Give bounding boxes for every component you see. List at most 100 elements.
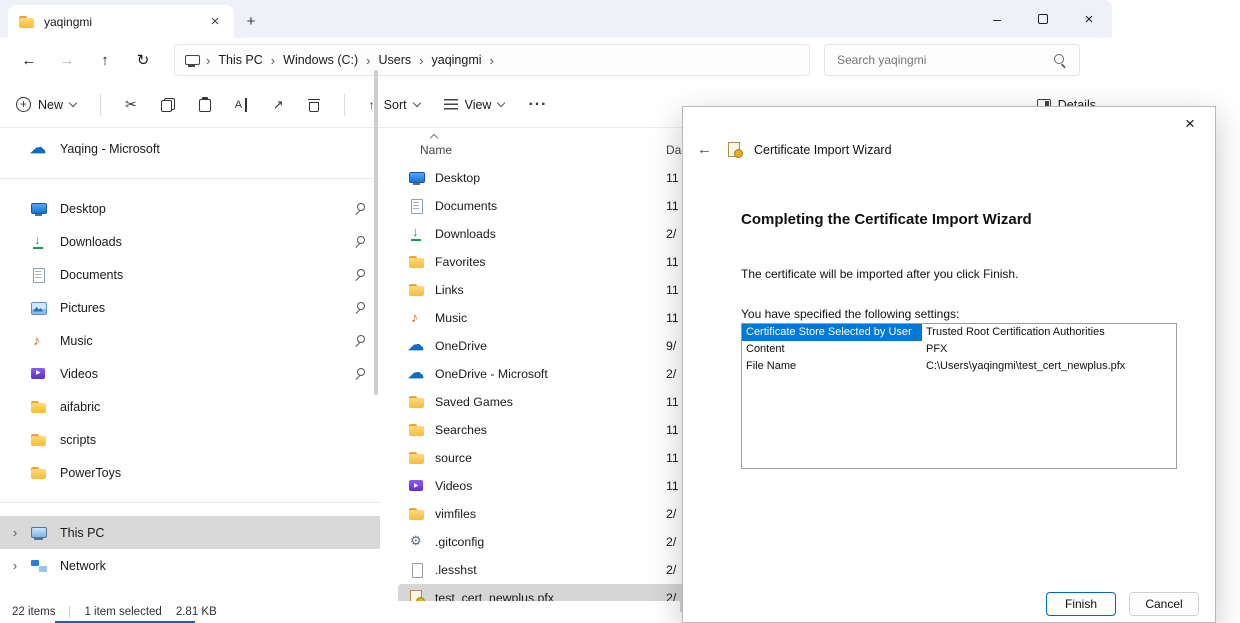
list-item[interactable]: .gitconfig 2/ bbox=[398, 528, 700, 556]
view-label: View bbox=[465, 98, 492, 112]
file-name: OneDrive - Microsoft bbox=[435, 367, 548, 381]
settings-row[interactable]: Certificate Store Selected by User Trust… bbox=[742, 324, 1176, 341]
refresh-button[interactable] bbox=[128, 45, 158, 75]
sidebar-item-onedrive-root[interactable]: Yaqing - Microsoft bbox=[0, 132, 380, 165]
rename-button[interactable] bbox=[235, 98, 249, 112]
breadcrumb-yaqingmi[interactable]: yaqingmi bbox=[430, 53, 484, 67]
list-item[interactable]: .lesshst 2/ bbox=[398, 556, 700, 584]
more-options-button[interactable] bbox=[528, 96, 547, 114]
column-header-date[interactable]: Da bbox=[666, 143, 681, 157]
settings-intro-label: You have specified the following setting… bbox=[741, 307, 959, 321]
view-button[interactable]: View bbox=[444, 98, 505, 112]
list-item[interactable]: Videos 11 bbox=[398, 472, 700, 500]
sidebar-item-network[interactable]: Network bbox=[0, 549, 380, 582]
copy-button[interactable] bbox=[161, 98, 175, 112]
breadcrumb-windows-c[interactable]: Windows (C:) bbox=[281, 53, 360, 67]
new-button[interactable]: New bbox=[16, 97, 76, 112]
breadcrumb-separator-icon bbox=[265, 53, 281, 68]
pin-icon bbox=[354, 302, 366, 314]
sidebar-item-pictures[interactable]: Pictures bbox=[0, 291, 380, 324]
forward-button[interactable] bbox=[52, 45, 82, 75]
sidebar-item-downloads[interactable]: Downloads bbox=[0, 225, 380, 258]
breadcrumb-users[interactable]: Users bbox=[377, 53, 414, 67]
settings-row[interactable]: File Name C:\Users\yaqingmi\test_cert_ne… bbox=[742, 358, 1176, 375]
list-item[interactable]: Saved Games 11 bbox=[398, 388, 700, 416]
finish-button[interactable]: Finish bbox=[1046, 592, 1116, 616]
column-header-name[interactable]: Name bbox=[420, 143, 452, 157]
maximize-button[interactable] bbox=[1020, 0, 1066, 38]
breadcrumb-this-pc[interactable]: This PC bbox=[216, 53, 264, 67]
up-button[interactable] bbox=[90, 45, 120, 75]
file-date: 11 bbox=[666, 451, 679, 465]
maximize-icon bbox=[1038, 14, 1048, 24]
sidebar-item-powertoys[interactable]: PowerToys bbox=[0, 456, 380, 489]
file-date: 2/ bbox=[666, 367, 676, 381]
list-item[interactable]: Links 11 bbox=[398, 276, 700, 304]
pc-icon bbox=[30, 525, 48, 541]
share-button[interactable] bbox=[273, 96, 284, 114]
toolbar-divider bbox=[100, 94, 101, 116]
list-item[interactable]: OneDrive 9/ bbox=[398, 332, 700, 360]
desktop-icon bbox=[30, 201, 48, 217]
documents-icon bbox=[30, 267, 48, 283]
sidebar-item-label: Documents bbox=[60, 268, 123, 282]
setting-key: Certificate Store Selected by User bbox=[742, 324, 922, 341]
sidebar-item-this-pc[interactable]: This PC bbox=[0, 516, 380, 549]
address-bar[interactable]: This PC Windows (C:) Users yaqingmi bbox=[174, 44, 810, 76]
list-item[interactable]: Desktop 11 bbox=[398, 164, 700, 192]
file-date: 11 bbox=[666, 479, 679, 493]
list-item[interactable]: Documents 11 bbox=[398, 192, 700, 220]
sidebar-scrollbar[interactable] bbox=[374, 70, 378, 395]
pin-icon bbox=[354, 203, 366, 215]
file-date: 9/ bbox=[666, 339, 676, 353]
list-item[interactable]: OneDrive - Microsoft 2/ bbox=[398, 360, 700, 388]
sidebar-item-music[interactable]: Music bbox=[0, 324, 380, 357]
downloads-icon bbox=[30, 234, 48, 250]
file-name: Saved Games bbox=[435, 395, 513, 409]
tab-close-icon[interactable] bbox=[206, 13, 224, 31]
sidebar-item-label: Yaqing - Microsoft bbox=[60, 142, 160, 156]
sidebar-item-aifabric[interactable]: aifabric bbox=[0, 390, 380, 423]
list-item[interactable]: vimfiles 2/ bbox=[398, 500, 700, 528]
expand-chevron-icon[interactable] bbox=[0, 525, 30, 540]
list-item[interactable]: source 11 bbox=[398, 444, 700, 472]
minimize-button[interactable] bbox=[974, 0, 1020, 38]
explorer-tab[interactable]: yaqingmi bbox=[8, 5, 234, 38]
folder-icon bbox=[408, 282, 426, 298]
dialog-back-button[interactable] bbox=[697, 141, 712, 158]
breadcrumb-separator-icon bbox=[484, 53, 500, 68]
list-item[interactable]: Music 11 bbox=[398, 304, 700, 332]
pin-icon bbox=[354, 335, 366, 347]
sidebar-item-desktop[interactable]: Desktop bbox=[0, 192, 380, 225]
cut-button[interactable] bbox=[125, 96, 137, 114]
cancel-button[interactable]: Cancel bbox=[1129, 592, 1199, 616]
status-divider bbox=[69, 606, 70, 618]
sidebar-item-documents[interactable]: Documents bbox=[0, 258, 380, 291]
file-date: 2/ bbox=[666, 535, 676, 549]
settings-list[interactable]: Certificate Store Selected by User Trust… bbox=[741, 323, 1177, 469]
sidebar-item-scripts[interactable]: scripts bbox=[0, 423, 380, 456]
delete-button[interactable] bbox=[308, 98, 320, 112]
file-name: Videos bbox=[435, 479, 472, 493]
paste-button[interactable] bbox=[199, 97, 211, 112]
pin-icon bbox=[354, 368, 366, 380]
file-date: 2/ bbox=[666, 227, 676, 241]
selection-count: 1 item selected bbox=[84, 606, 161, 618]
setting-key: File Name bbox=[742, 358, 922, 375]
back-button[interactable] bbox=[14, 45, 44, 75]
folder-icon bbox=[408, 394, 426, 410]
settings-row[interactable]: Content PFX bbox=[742, 341, 1176, 358]
sidebar-item-label: PowerToys bbox=[60, 466, 121, 480]
folder-icon bbox=[30, 432, 48, 448]
sidebar-item-videos[interactable]: Videos bbox=[0, 357, 380, 390]
search-input[interactable] bbox=[837, 53, 1053, 67]
close-button[interactable] bbox=[1066, 0, 1112, 38]
search-box[interactable] bbox=[824, 44, 1080, 76]
new-icon bbox=[16, 97, 31, 112]
dialog-close-button[interactable] bbox=[1170, 110, 1210, 138]
list-item[interactable]: Favorites 11 bbox=[398, 248, 700, 276]
new-tab-button[interactable] bbox=[234, 6, 268, 36]
list-item[interactable]: Searches 11 bbox=[398, 416, 700, 444]
list-item[interactable]: Downloads 2/ bbox=[398, 220, 700, 248]
expand-chevron-icon[interactable] bbox=[0, 558, 30, 573]
